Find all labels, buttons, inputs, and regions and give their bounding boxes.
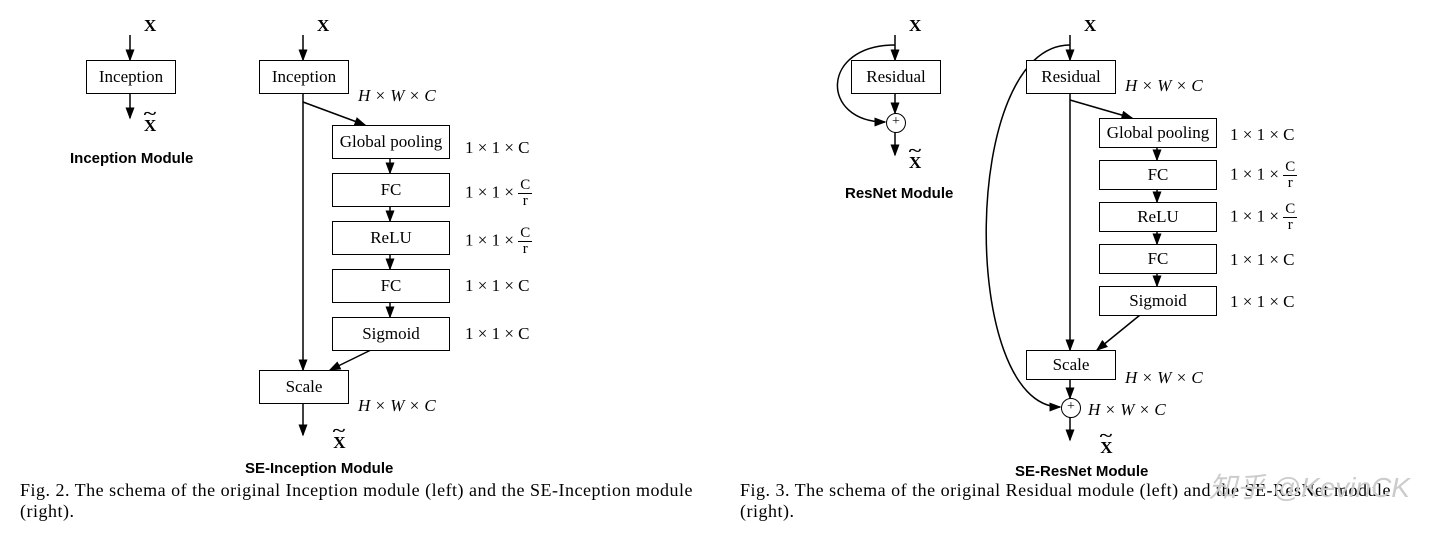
fig2-r-sig: Sigmoid: [332, 317, 450, 351]
fig3-right-input: X: [1084, 16, 1096, 36]
fig2-r-relu: ReLU: [332, 221, 450, 255]
fig3-right-title: SE-ResNet Module: [1015, 463, 1148, 480]
figure-3: X Residual + X ResNet Module X Residual …: [740, 10, 1420, 522]
fig2-left-input: X: [144, 16, 156, 36]
fig2-right-title: SE-Inception Module: [245, 460, 393, 477]
fig3-left-title: ResNet Module: [845, 185, 953, 202]
fig3-left-add-icon: +: [886, 113, 906, 133]
fig3-dim1: 1 × 1 × C: [1230, 125, 1295, 145]
fig2-diagram: X Inception X Inception Module X Incepti…: [20, 10, 700, 480]
fig2-left-block: Inception: [86, 60, 176, 94]
watermark: 知乎 @KevinCK: [1209, 466, 1410, 506]
fig3-r-fc2: FC: [1099, 244, 1217, 274]
fig2-dim5: 1 × 1 × C: [465, 324, 530, 344]
fig2-right-input: X: [317, 16, 329, 36]
fig3-right-output: X: [1100, 438, 1112, 457]
fig2-left-title: Inception Module: [70, 150, 193, 167]
fig2-left-output: X: [144, 116, 156, 135]
fig2-r-inception: Inception: [259, 60, 349, 94]
fig3-r-scale: Scale: [1026, 350, 1116, 380]
fig3-plus-dim: H × W × C: [1088, 400, 1166, 420]
fig2-caption: Fig. 2. The schema of the original Incep…: [20, 480, 700, 522]
fig2-dim3: 1 × 1 × Cr: [465, 226, 532, 257]
fig3-dim4: 1 × 1 × C: [1230, 250, 1295, 270]
fig2-right-output: X: [333, 433, 345, 452]
fig2-r-fc2: FC: [332, 269, 450, 303]
fig2-r-fc1: FC: [332, 173, 450, 207]
fig3-dim6: H × W × C: [1125, 368, 1203, 388]
fig3-diagram: X Residual + X ResNet Module X Residual …: [740, 10, 1420, 480]
fig3-r-fc1: FC: [1099, 160, 1217, 190]
fig2-r-scale: Scale: [259, 370, 349, 404]
fig3-r-sig: Sigmoid: [1099, 286, 1217, 316]
fig3-left-block: Residual: [851, 60, 941, 94]
fig2-dim4: 1 × 1 × C: [465, 276, 530, 296]
fig2-dim6: H × W × C: [358, 396, 436, 416]
fig3-left-input: X: [909, 16, 921, 36]
figure-2: X Inception X Inception Module X Incepti…: [20, 10, 700, 522]
fig3-r-gp: Global pooling: [1099, 118, 1217, 148]
fig3-r-relu: ReLU: [1099, 202, 1217, 232]
fig2-dim0: H × W × C: [358, 86, 436, 106]
fig2-dim2: 1 × 1 × Cr: [465, 178, 532, 209]
fig3-r-res: Residual: [1026, 60, 1116, 94]
fig3-dim2: 1 × 1 × Cr: [1230, 160, 1297, 191]
fig3-left-output: X: [909, 153, 921, 172]
fig3-dim0: H × W × C: [1125, 76, 1203, 96]
fig2-r-gp: Global pooling: [332, 125, 450, 159]
fig3-dim5: 1 × 1 × C: [1230, 292, 1295, 312]
fig3-right-add-icon: +: [1061, 398, 1081, 418]
fig2-dim1: 1 × 1 × C: [465, 138, 530, 158]
fig3-dim3: 1 × 1 × Cr: [1230, 202, 1297, 233]
